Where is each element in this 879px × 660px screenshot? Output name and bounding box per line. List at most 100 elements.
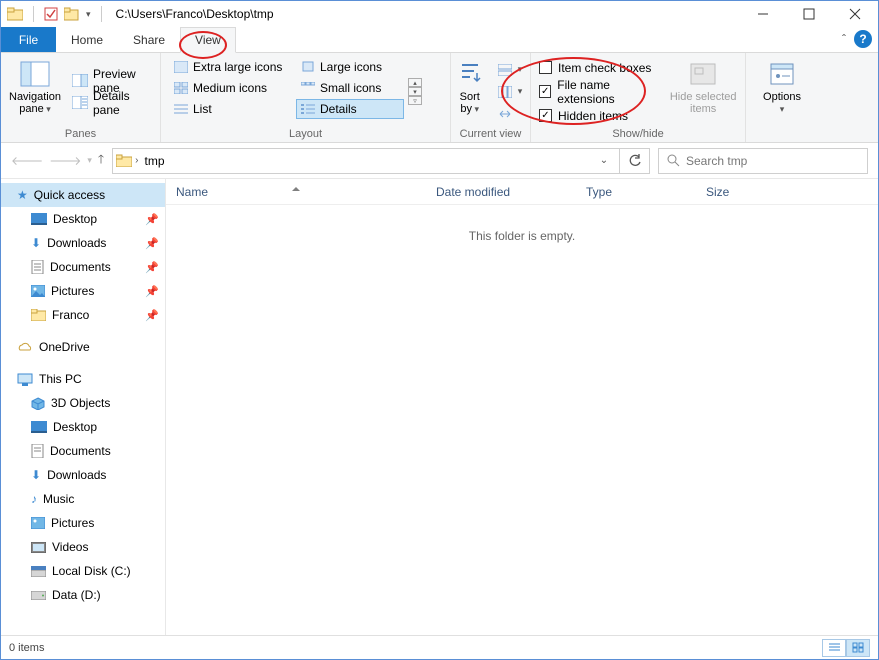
address-dropdown[interactable]: ⌄	[591, 149, 617, 173]
layout-xlarge[interactable]: Extra large icons	[169, 57, 294, 77]
list-icon	[174, 103, 188, 115]
view-details-button[interactable]	[822, 639, 846, 657]
pictures-icon	[31, 517, 45, 529]
back-button[interactable]: 🡐	[11, 153, 43, 168]
pin-icon: 📌	[145, 237, 159, 250]
navigation-tree[interactable]: ★Quick access Desktop📌 ⬇Downloads📌 Docum…	[1, 179, 166, 635]
sort-by-icon	[454, 59, 486, 89]
hide-selected-label: Hide selected items	[669, 91, 737, 115]
desktop-icon	[31, 213, 47, 225]
folder-icon	[7, 7, 23, 21]
file-tab[interactable]: File	[1, 27, 56, 52]
layout-scroll[interactable]: ▴▾▿	[408, 57, 422, 126]
ribbon-collapse-icon[interactable]: ˆ	[842, 32, 846, 46]
column-date-modified[interactable]: Date modified	[426, 185, 576, 199]
tree-data-d[interactable]: Data (D:)	[1, 583, 165, 607]
details-pane-button[interactable]: Details pane	[67, 93, 152, 113]
hidden-items-checkbox[interactable]: ✓Hidden items	[539, 106, 663, 126]
pictures-icon	[31, 285, 45, 297]
search-input[interactable]: Search tmp	[658, 148, 868, 174]
quick-access-icon: ★	[17, 188, 28, 202]
refresh-button[interactable]	[620, 148, 650, 174]
search-placeholder: Search tmp	[686, 154, 747, 168]
column-type[interactable]: Type	[576, 185, 696, 199]
folder-icon	[113, 154, 135, 167]
file-name-extensions-checkbox[interactable]: ✓File name extensions	[539, 82, 663, 102]
navigation-pane-button[interactable]: Navigation pane	[9, 57, 61, 126]
tree-documents-2[interactable]: Documents	[1, 439, 165, 463]
tree-desktop-2[interactable]: Desktop	[1, 415, 165, 439]
tree-pictures[interactable]: Pictures📌	[1, 279, 165, 303]
qat-divider-2	[101, 6, 102, 22]
qat-dropdown-icon[interactable]: ▾	[86, 9, 91, 20]
column-headers[interactable]: Name Date modified Type Size	[166, 179, 878, 205]
medium-icons-icon	[174, 82, 188, 94]
pin-icon: 📌	[145, 285, 159, 298]
address-bar[interactable]: › tmp ⌄	[112, 148, 620, 174]
maximize-button[interactable]	[786, 1, 832, 27]
size-columns-button[interactable]	[492, 104, 528, 124]
navigation-pane-label: Navigation pane	[9, 91, 61, 115]
window-title: C:\Users\Franco\Desktop\tmp	[116, 7, 274, 21]
forward-button[interactable]: 🡒	[49, 153, 81, 168]
downloads-icon: ⬇	[31, 468, 41, 482]
desktop-icon	[31, 421, 47, 433]
layout-list[interactable]: List	[169, 99, 294, 119]
tree-3d-objects[interactable]: 3D Objects	[1, 391, 165, 415]
qat-newfolder-icon[interactable]	[64, 7, 80, 21]
column-size[interactable]: Size	[696, 185, 786, 199]
size-columns-icon	[497, 107, 513, 121]
item-check-boxes-checkbox[interactable]: Item check boxes	[539, 58, 663, 78]
preview-pane-button[interactable]: Preview pane	[67, 71, 152, 91]
tree-desktop[interactable]: Desktop📌	[1, 207, 165, 231]
qat-divider	[33, 6, 34, 22]
tree-documents[interactable]: Documents📌	[1, 255, 165, 279]
qat-properties-icon[interactable]	[44, 7, 58, 21]
layout-large[interactable]: Large icons	[296, 57, 404, 77]
this-pc-icon	[17, 373, 33, 386]
breadcrumb-item[interactable]: tmp	[145, 154, 165, 168]
sort-by-button[interactable]: Sort by	[454, 57, 486, 126]
view-thumbnails-button[interactable]	[846, 639, 870, 657]
options-button[interactable]: Options▾	[754, 57, 810, 126]
panes-group-label: Panes	[9, 126, 152, 140]
tree-franco[interactable]: Franco📌	[1, 303, 165, 327]
view-tab[interactable]: View	[180, 27, 236, 53]
help-icon[interactable]: ?	[854, 30, 872, 48]
close-button[interactable]	[832, 1, 878, 27]
checkbox-icon: ✓	[539, 109, 552, 122]
tree-downloads[interactable]: ⬇Downloads📌	[1, 231, 165, 255]
recent-dropdown[interactable]: ▾	[87, 155, 92, 166]
xlarge-icons-icon	[174, 61, 188, 73]
tree-quick-access[interactable]: ★Quick access	[1, 183, 165, 207]
tree-this-pc[interactable]: This PC	[1, 367, 165, 391]
content-area: Name Date modified Type Size This folder…	[166, 179, 878, 635]
layout-details[interactable]: Details	[296, 99, 404, 119]
objects3d-icon	[31, 397, 45, 410]
music-icon: ♪	[31, 492, 37, 506]
column-name[interactable]: Name	[166, 185, 426, 199]
add-columns-icon	[497, 85, 513, 99]
home-tab[interactable]: Home	[56, 27, 118, 52]
navigation-pane-icon	[19, 59, 51, 89]
layout-group-label: Layout	[169, 126, 442, 140]
ribbon: Navigation pane Preview pane Details pan…	[1, 53, 878, 143]
tree-music[interactable]: ♪Music	[1, 487, 165, 511]
minimize-button[interactable]	[740, 1, 786, 27]
share-tab[interactable]: Share	[118, 27, 180, 52]
current-view-group-label: Current view	[459, 126, 522, 140]
tree-downloads-2[interactable]: ⬇Downloads	[1, 463, 165, 487]
add-columns-button[interactable]: ▾	[492, 82, 528, 102]
tree-videos[interactable]: Videos	[1, 535, 165, 559]
group-by-button[interactable]: ▾	[492, 60, 528, 80]
hide-selected-icon	[687, 59, 719, 89]
drive-icon	[31, 591, 46, 600]
folder-icon	[31, 309, 46, 321]
empty-folder-message: This folder is empty.	[166, 229, 878, 243]
tree-onedrive[interactable]: OneDrive	[1, 335, 165, 359]
tree-pictures-2[interactable]: Pictures	[1, 511, 165, 535]
up-button[interactable]: 🡑	[98, 150, 104, 171]
tree-local-disk-c[interactable]: Local Disk (C:)	[1, 559, 165, 583]
layout-medium[interactable]: Medium icons	[169, 78, 294, 98]
layout-small[interactable]: Small icons	[296, 78, 404, 98]
